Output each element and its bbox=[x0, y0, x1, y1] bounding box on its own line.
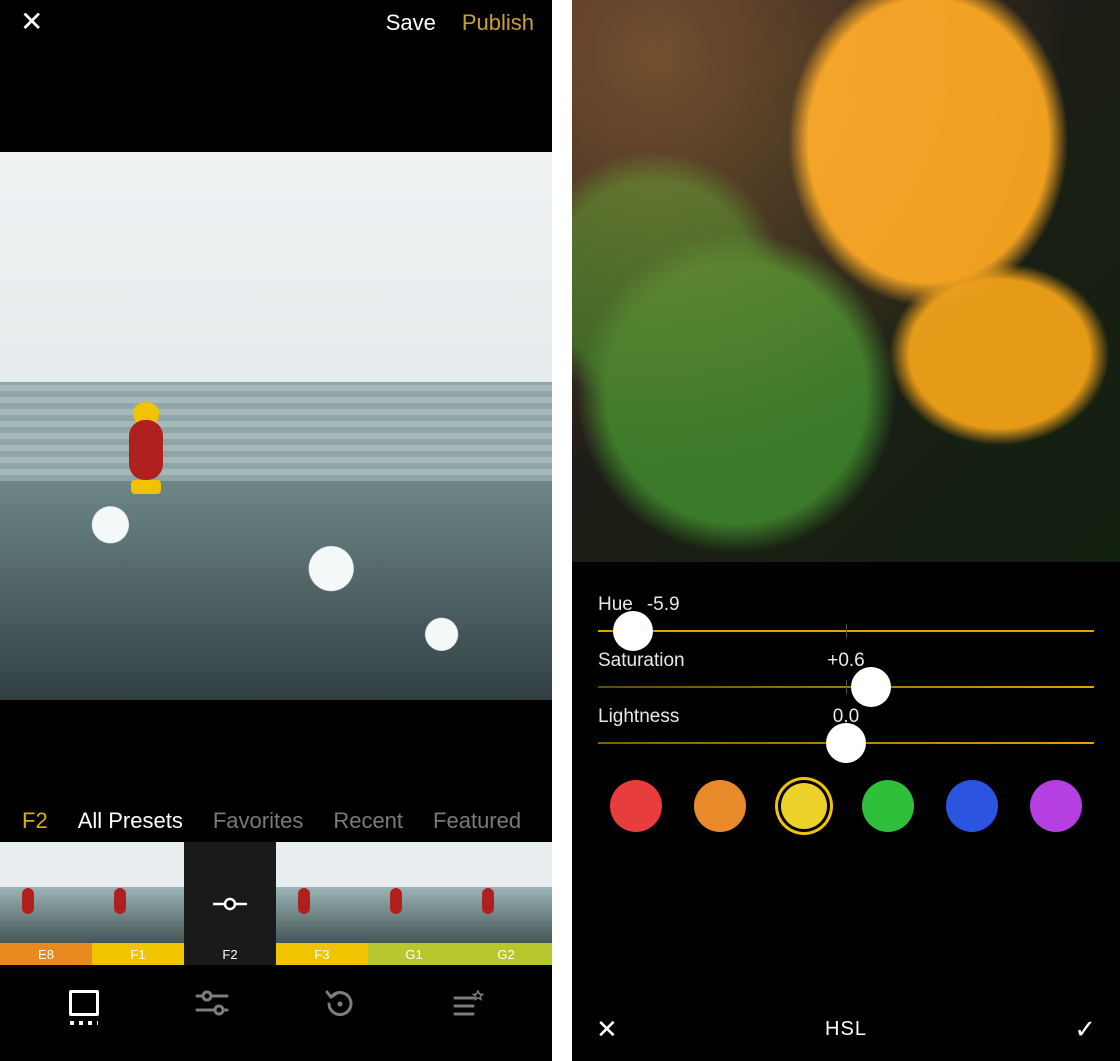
bottom-toolbar bbox=[0, 965, 552, 1041]
header-spacer bbox=[0, 46, 552, 152]
slider-hue: Hue -5.9 bbox=[598, 594, 1094, 632]
preset-strip[interactable]: E8 F1 F2 F3 G1 G2 bbox=[0, 842, 552, 965]
close-icon[interactable]: ✕ bbox=[20, 8, 43, 36]
toolbar-adjust-button[interactable] bbox=[186, 977, 238, 1029]
recipes-icon bbox=[451, 988, 485, 1018]
slider-lightness: Lightness 0.0 bbox=[598, 706, 1094, 744]
tab-current-preset[interactable]: F2 bbox=[22, 808, 48, 834]
toolbar-history-button[interactable] bbox=[314, 977, 366, 1029]
toolbar-recipes-button[interactable] bbox=[442, 977, 494, 1029]
confirm-icon[interactable]: ✓ bbox=[1074, 1014, 1096, 1045]
slider-hue-knob[interactable] bbox=[613, 611, 653, 651]
preset-f3[interactable]: F3 bbox=[276, 842, 368, 965]
presets-icon bbox=[69, 990, 99, 1016]
preset-g1[interactable]: G1 bbox=[368, 842, 460, 965]
preview-spacer bbox=[0, 700, 552, 800]
slider-lightness-label: Lightness bbox=[598, 706, 679, 728]
slider-lightness-track[interactable] bbox=[598, 742, 1094, 744]
preset-g2[interactable]: G2 bbox=[460, 842, 552, 965]
cancel-icon[interactable]: ✕ bbox=[596, 1014, 618, 1045]
preset-e8[interactable]: E8 bbox=[0, 842, 92, 965]
header: ✕ Save Publish bbox=[0, 0, 552, 46]
swatch-orange[interactable] bbox=[694, 780, 746, 832]
tab-all-presets[interactable]: All Presets bbox=[78, 808, 183, 834]
history-icon bbox=[323, 988, 357, 1018]
tab-recent[interactable]: Recent bbox=[333, 808, 403, 834]
preset-label: G2 bbox=[460, 943, 552, 965]
slider-saturation-value: +0.6 bbox=[827, 650, 865, 672]
save-button[interactable]: Save bbox=[386, 10, 436, 36]
editor-presets-screen: ✕ Save Publish F2 All Presets Favorites … bbox=[0, 0, 552, 1061]
preset-label: F3 bbox=[276, 943, 368, 965]
preset-category-tabs: F2 All Presets Favorites Recent Featured bbox=[0, 800, 552, 842]
photo-preview[interactable] bbox=[572, 0, 1120, 562]
slider-hue-track[interactable] bbox=[598, 630, 1094, 632]
preset-label: F1 bbox=[92, 943, 184, 965]
swatch-blue[interactable] bbox=[946, 780, 998, 832]
toolbar-presets-button[interactable] bbox=[58, 977, 110, 1029]
swatch-red[interactable] bbox=[610, 780, 662, 832]
slider-saturation-label: Saturation bbox=[598, 650, 685, 672]
editor-hsl-screen: Hue -5.9 Saturation +0.6 Lightness 0.0 bbox=[572, 0, 1120, 1061]
swatch-yellow[interactable] bbox=[778, 780, 830, 832]
color-swatches bbox=[598, 762, 1094, 832]
sliders-icon bbox=[195, 988, 229, 1018]
preset-label: G1 bbox=[368, 943, 460, 965]
tab-featured[interactable]: Featured bbox=[433, 808, 521, 834]
swatch-purple[interactable] bbox=[1030, 780, 1082, 832]
slider-saturation-knob[interactable] bbox=[851, 667, 891, 707]
preset-label: E8 bbox=[0, 943, 92, 965]
tab-favorites[interactable]: Favorites bbox=[213, 808, 303, 834]
hsl-footer: ✕ HSL ✓ bbox=[572, 997, 1120, 1061]
publish-button[interactable]: Publish bbox=[462, 10, 534, 36]
slider-lightness-knob[interactable] bbox=[826, 723, 866, 763]
swatch-green[interactable] bbox=[862, 780, 914, 832]
preset-f2[interactable]: F2 bbox=[184, 842, 276, 965]
preset-f1[interactable]: F1 bbox=[92, 842, 184, 965]
slider-saturation-track[interactable] bbox=[598, 686, 1094, 688]
preset-label: F2 bbox=[184, 943, 276, 965]
panel-title: HSL bbox=[825, 1018, 867, 1041]
photo-preview[interactable] bbox=[0, 152, 552, 700]
slider-hue-value: -5.9 bbox=[647, 594, 680, 616]
hsl-controls: Hue -5.9 Saturation +0.6 Lightness 0.0 bbox=[572, 572, 1120, 1061]
slider-saturation: Saturation +0.6 bbox=[598, 650, 1094, 688]
